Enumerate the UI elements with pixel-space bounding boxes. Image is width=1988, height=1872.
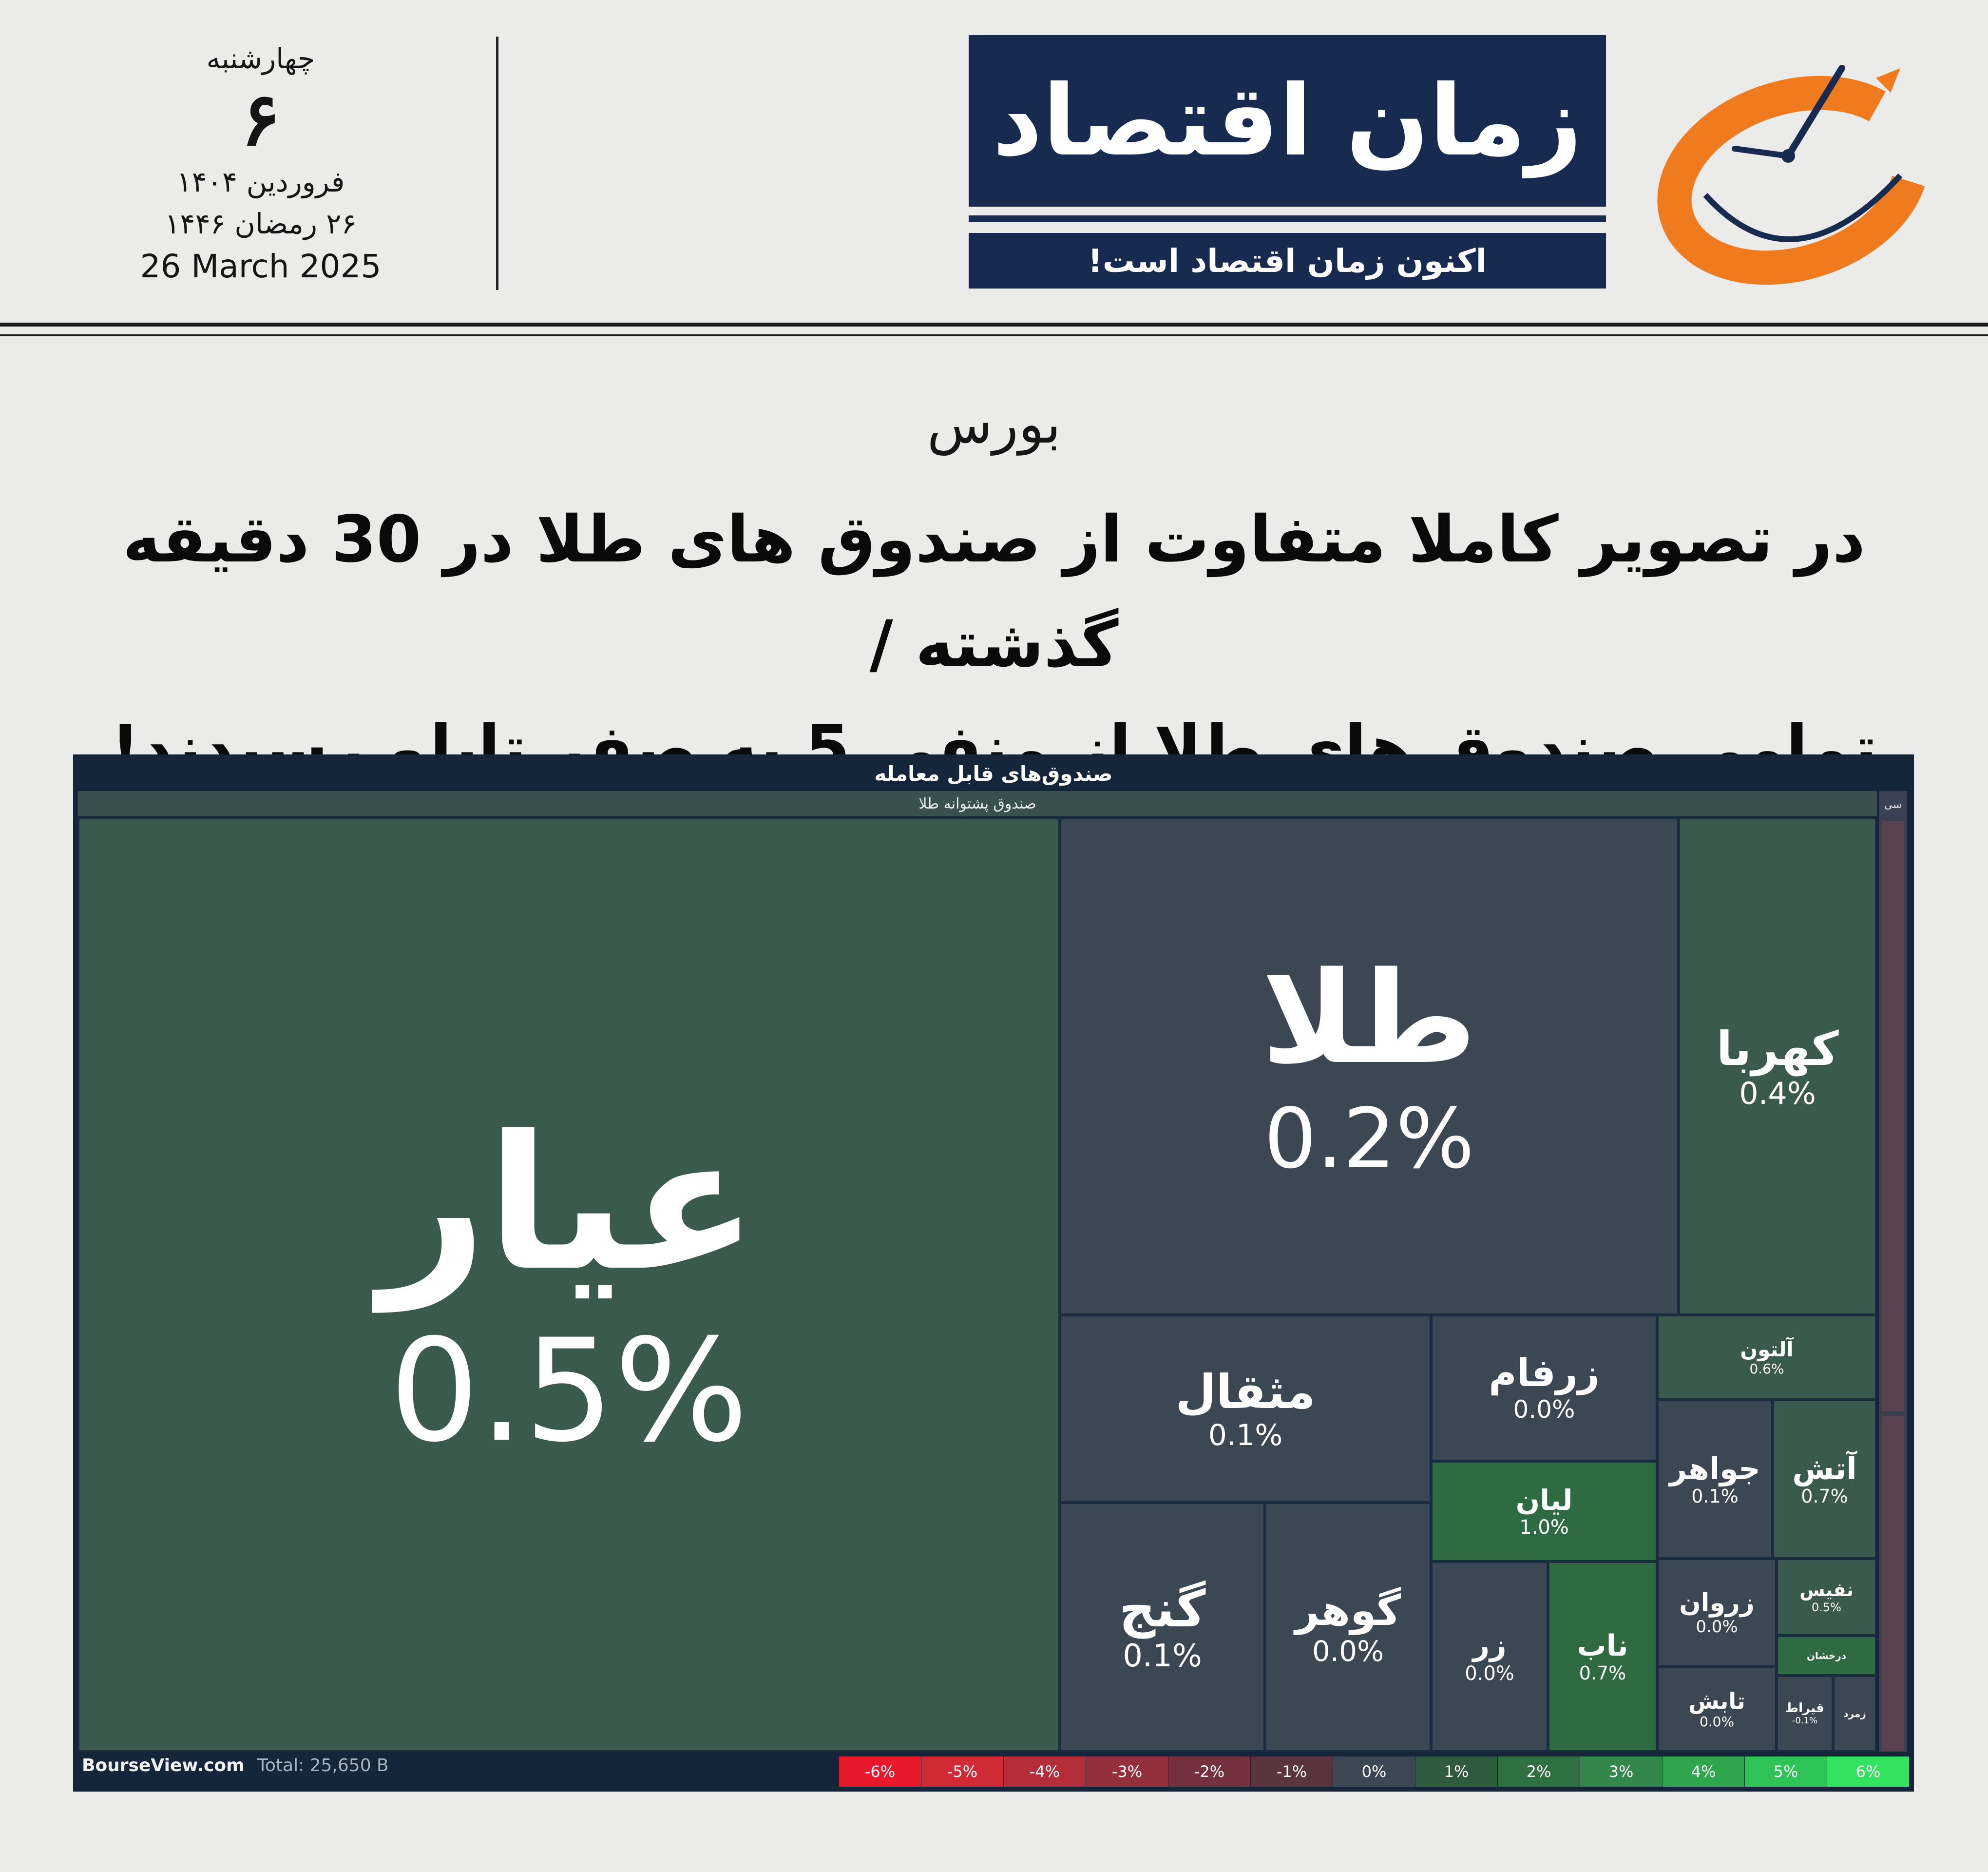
tile-percent: 0.0% <box>1513 1395 1575 1424</box>
legend-cell: -1% <box>1251 1756 1333 1787</box>
header-divider <box>496 37 498 290</box>
tile-name: قیراط <box>1785 1700 1824 1716</box>
tile-name: کهربا <box>1716 1022 1839 1077</box>
tile-alton[interactable]: آلتون 0.6% <box>1657 1315 1876 1400</box>
tile-derakhshan[interactable]: درخشان <box>1777 1636 1876 1676</box>
tile-percent: 0.1% <box>1123 1638 1202 1674</box>
tile-percent: 0.0% <box>1465 1662 1514 1685</box>
tile-name: زرفام <box>1489 1351 1600 1396</box>
legend-cell: 6% <box>1827 1756 1909 1787</box>
tile-percent: 0.7% <box>1801 1485 1848 1507</box>
tile-liyan[interactable]: لیان 1.0% <box>1431 1461 1657 1562</box>
clock-swoosh-logo <box>1647 49 1939 292</box>
legend-cell: -4% <box>1004 1756 1086 1787</box>
tile-percent: 0.0% <box>1696 1617 1738 1637</box>
tile-atash[interactable]: آتش 0.7% <box>1773 1400 1876 1559</box>
tile-ganj[interactable]: گنج 0.1% <box>1060 1503 1265 1752</box>
tile-kahroba[interactable]: کهربا 0.4% <box>1679 818 1876 1315</box>
tile-zarvan[interactable]: زروان 0.0% <box>1657 1559 1777 1667</box>
legend-cell: 0% <box>1333 1756 1415 1787</box>
tile-name: طلا <box>1261 945 1477 1092</box>
date-day: ۶ <box>241 77 281 162</box>
tile-name: گوهر <box>1295 1586 1401 1635</box>
tile-tabesh[interactable]: تابش 0.0% <box>1657 1667 1777 1752</box>
tile-name: جواهر <box>1669 1450 1760 1486</box>
tile-name: زمرد <box>1843 1707 1866 1719</box>
tile-name: لیان <box>1515 1483 1573 1517</box>
legend-cell: -2% <box>1168 1756 1250 1787</box>
treemap-subtitle: صندوق پشتوانه طلا <box>78 791 1877 816</box>
treemap-side-tile[interactable] <box>1882 821 1904 1411</box>
tile-percent: 1.0% <box>1519 1516 1569 1539</box>
tile-percent: 0.5% <box>389 1309 748 1473</box>
tile-name: عیار <box>380 1095 758 1312</box>
tile-ayar[interactable]: عیار 0.5% <box>78 818 1060 1752</box>
brand-stripe <box>969 215 1606 222</box>
legend-cell: -5% <box>921 1756 1003 1787</box>
legend-cell: 5% <box>1745 1756 1827 1787</box>
tile-name: زروان <box>1679 1588 1755 1618</box>
footer-total: Total: 25,650 B <box>257 1756 389 1776</box>
treemap-title: صندوق‌های قابل معامله <box>874 761 1113 786</box>
brand-name: زمان اقتصاد <box>992 64 1583 178</box>
tile-gohar[interactable]: گوهر 0.0% <box>1265 1503 1431 1752</box>
brand-tagline: اکنون زمان اقتصاد است! <box>969 233 1606 289</box>
date-jalali: فروردین ۱۴۰۴ <box>176 165 345 198</box>
tile-percent: 0.0% <box>1699 1714 1735 1730</box>
date-block: چهارشنبه ۶ فروردین ۱۴۰۴ ۲۶ رمضان ۱۴۴۶ 26… <box>122 39 400 289</box>
tile-percent: 0.4% <box>1739 1075 1816 1111</box>
tile-name: تابش <box>1688 1688 1745 1715</box>
date-gregorian: 26 March 2025 <box>140 248 382 285</box>
tile-name: ناب <box>1577 1628 1628 1663</box>
tile-javaher[interactable]: جواهر 0.1% <box>1657 1400 1773 1559</box>
tile-percent: -0.1% <box>1792 1715 1818 1726</box>
date-hijri: ۲۶ رمضان ۱۴۴۶ <box>165 207 357 240</box>
legend-cell: 2% <box>1498 1756 1580 1787</box>
tile-percent: 0.1% <box>1691 1485 1739 1507</box>
tile-qirat[interactable]: قیراط -0.1% <box>1777 1676 1833 1752</box>
tile-tala[interactable]: طلا 0.2% <box>1060 818 1679 1315</box>
tile-percent: 0.0% <box>1312 1634 1384 1668</box>
tile-percent: 0.1% <box>1208 1418 1283 1453</box>
tile-name: درخشان <box>1806 1649 1847 1661</box>
treemap-side-label: سی <box>1880 792 1906 817</box>
footer-site-link[interactable]: BourseView.com <box>82 1756 245 1780</box>
legend-cell: -3% <box>1086 1756 1168 1787</box>
tile-name: نفیس <box>1799 1579 1854 1601</box>
legend-cell: -6% <box>839 1756 921 1787</box>
section-label: بورس <box>927 393 1061 455</box>
tile-percent: 0.5% <box>1812 1601 1841 1615</box>
tile-name: مثقال <box>1175 1364 1316 1419</box>
tile-zarfam[interactable]: زرفام 0.0% <box>1431 1315 1657 1461</box>
color-legend: -6% -5% -4% -3% -2% -1% 0% 1% 2% 3% 4% 5% 6% <box>839 1756 1910 1787</box>
legend-cell: 1% <box>1415 1756 1497 1787</box>
legend-cell: 4% <box>1663 1756 1744 1787</box>
tile-zomorrod[interactable]: زمرد <box>1833 1676 1876 1752</box>
headline-line-1: در تصویر کاملا متفاوت از صندوق های طلا د… <box>122 502 1866 682</box>
treemap-side-tile[interactable] <box>1882 1416 1904 1751</box>
tile-name: گنج <box>1119 1579 1206 1639</box>
tile-nafis[interactable]: نفیس 0.5% <box>1777 1559 1876 1636</box>
tile-percent: 0.6% <box>1749 1361 1784 1377</box>
tile-mesghal[interactable]: مثقال 0.1% <box>1060 1315 1431 1503</box>
legend-cell: 3% <box>1580 1756 1662 1787</box>
tile-percent: 0.2% <box>1264 1090 1474 1187</box>
header-rule-thick <box>0 323 1988 327</box>
tile-zar[interactable]: زر 0.0% <box>1431 1562 1548 1752</box>
tile-name: آلتون <box>1740 1337 1794 1361</box>
header-rule-thin <box>0 334 1988 336</box>
tile-nab[interactable]: ناب 0.7% <box>1548 1562 1657 1752</box>
tile-name: زر <box>1472 1628 1507 1662</box>
date-weekday: چهارشنبه <box>206 42 315 75</box>
tile-name: آتش <box>1792 1450 1857 1486</box>
tile-percent: 0.7% <box>1579 1662 1626 1684</box>
